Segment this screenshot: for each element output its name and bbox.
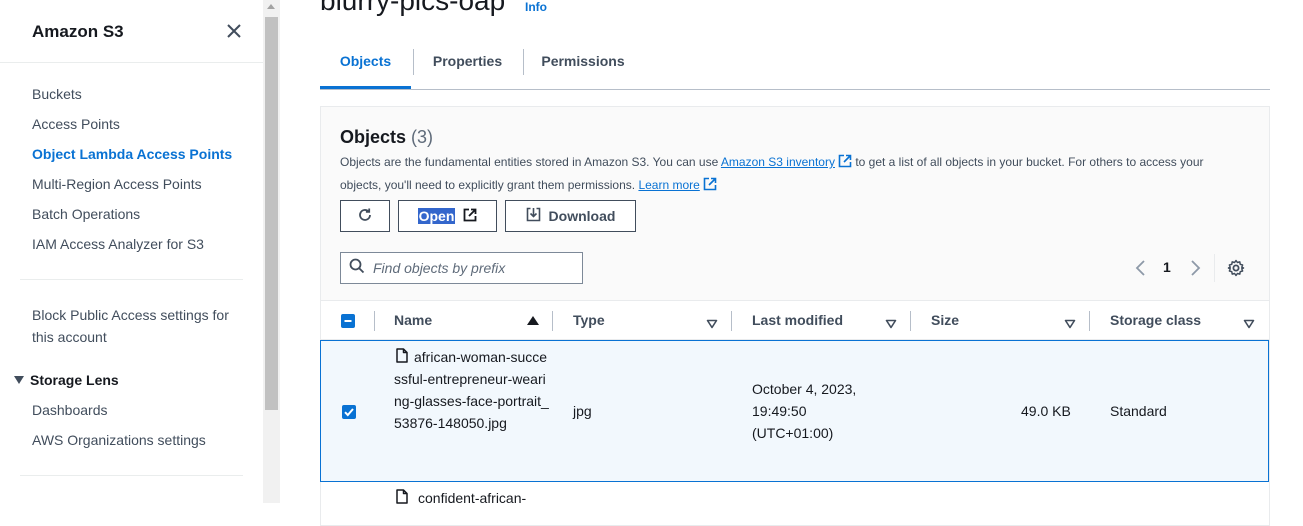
sidebar-title: Amazon S3 xyxy=(32,22,124,41)
pagination-divider xyxy=(1214,254,1215,282)
sidebar-divider xyxy=(20,279,243,280)
s3-inventory-link[interactable]: Amazon S3 inventory xyxy=(721,155,835,169)
tab-bar: Objects Properties Permissions xyxy=(320,45,1270,90)
object-type: jpg xyxy=(573,403,592,419)
chevron-right-icon[interactable] xyxy=(1188,259,1202,277)
sidebar-item-iam-access-analyzer[interactable]: IAM Access Analyzer for S3 xyxy=(32,233,204,255)
column-divider xyxy=(910,311,911,331)
page-title: blurry-pics-oap xyxy=(320,0,506,16)
object-storage-class: Standard xyxy=(1110,403,1167,419)
column-header-last-modified[interactable]: Last modified xyxy=(752,312,843,328)
select-all-checkbox[interactable] xyxy=(341,314,355,328)
tab-divider xyxy=(523,49,524,75)
column-header-storage-class[interactable]: Storage class xyxy=(1110,312,1201,328)
sort-icon[interactable] xyxy=(885,316,897,329)
sidebar-item-object-lambda-access-points[interactable]: Object Lambda Access Points xyxy=(32,143,232,165)
caret-down-icon xyxy=(14,376,24,384)
column-divider xyxy=(1089,311,1090,331)
info-link[interactable]: Info xyxy=(525,0,547,14)
objects-description: Objects are the fundamental entities sto… xyxy=(340,152,1240,198)
column-header-size[interactable]: Size xyxy=(931,312,959,328)
object-last-modified: October 4, 2023, 19:49:50 (UTC+01:00) xyxy=(752,381,857,441)
table-row[interactable]: african-woman-successful-entrepreneur-we… xyxy=(320,340,1269,482)
object-size: 49.0 KB xyxy=(1021,403,1071,419)
sort-icon[interactable] xyxy=(1064,316,1076,329)
close-icon[interactable] xyxy=(224,21,244,41)
sidebar: Amazon S3 Buckets Access Points Object L… xyxy=(0,0,263,503)
sidebar-section-storage-lens[interactable]: Storage Lens xyxy=(14,369,119,391)
sidebar-item-block-public-access[interactable]: Block Public Access settings for this ac… xyxy=(32,304,242,348)
tab-objects[interactable]: Objects xyxy=(320,45,411,89)
column-header-name[interactable]: Name xyxy=(394,312,432,328)
sidebar-item-multi-region-access-points[interactable]: Multi-Region Access Points xyxy=(32,173,202,195)
sidebar-item-batch-operations[interactable]: Batch Operations xyxy=(32,203,140,225)
column-divider xyxy=(374,311,375,331)
tab-properties[interactable]: Properties xyxy=(420,45,515,89)
object-name-link[interactable]: confident-african- xyxy=(418,487,526,509)
tab-divider xyxy=(413,49,414,75)
objects-count: (3) xyxy=(411,127,434,147)
external-link-icon xyxy=(838,154,852,175)
current-page[interactable]: 1 xyxy=(1163,259,1171,275)
download-button[interactable]: Download xyxy=(505,200,636,232)
column-divider xyxy=(552,311,553,331)
objects-heading-label: Objects xyxy=(340,127,407,147)
scrollbar-thumb[interactable] xyxy=(265,17,278,410)
download-icon xyxy=(526,207,541,225)
search-box xyxy=(340,252,583,284)
search-input[interactable] xyxy=(373,260,573,276)
file-icon xyxy=(396,489,408,509)
refresh-icon xyxy=(357,207,373,226)
chevron-left-icon[interactable] xyxy=(1134,259,1148,277)
sidebar-item-buckets[interactable]: Buckets xyxy=(32,83,82,105)
scroll-up-arrow-icon[interactable] xyxy=(267,4,275,9)
learn-more-link[interactable]: Learn more xyxy=(638,178,699,192)
sidebar-item-aws-organizations-settings[interactable]: AWS Organizations settings xyxy=(32,429,206,451)
sidebar-divider xyxy=(0,62,263,63)
object-name-link[interactable]: african-woman-successful-entrepreneur-we… xyxy=(394,346,549,434)
sidebar-divider xyxy=(20,475,243,476)
sort-ascending-icon[interactable] xyxy=(527,316,539,325)
table-row[interactable]: confident-african- xyxy=(320,482,1269,512)
search-icon xyxy=(349,258,365,279)
open-button[interactable]: Open xyxy=(398,200,497,232)
sidebar-item-dashboards[interactable]: Dashboards xyxy=(32,399,108,421)
gear-icon[interactable] xyxy=(1227,259,1245,277)
description-text: Objects are the fundamental entities sto… xyxy=(340,155,721,169)
external-link-icon xyxy=(703,177,717,198)
column-divider xyxy=(731,311,732,331)
sidebar-item-access-points[interactable]: Access Points xyxy=(32,113,120,135)
sort-icon[interactable] xyxy=(1243,316,1255,329)
tab-permissions[interactable]: Permissions xyxy=(533,45,633,89)
objects-heading: Objects (3) xyxy=(340,127,433,148)
open-button-label: Open xyxy=(417,208,456,224)
row-checkbox[interactable] xyxy=(342,405,356,419)
table-header: Name Type Last modified Size Storage cla… xyxy=(321,300,1269,340)
external-link-icon xyxy=(463,208,477,225)
column-header-type[interactable]: Type xyxy=(573,312,605,328)
refresh-button[interactable] xyxy=(340,200,390,232)
sidebar-section-label: Storage Lens xyxy=(30,372,119,388)
sort-icon[interactable] xyxy=(706,316,718,329)
download-button-label: Download xyxy=(548,208,616,224)
